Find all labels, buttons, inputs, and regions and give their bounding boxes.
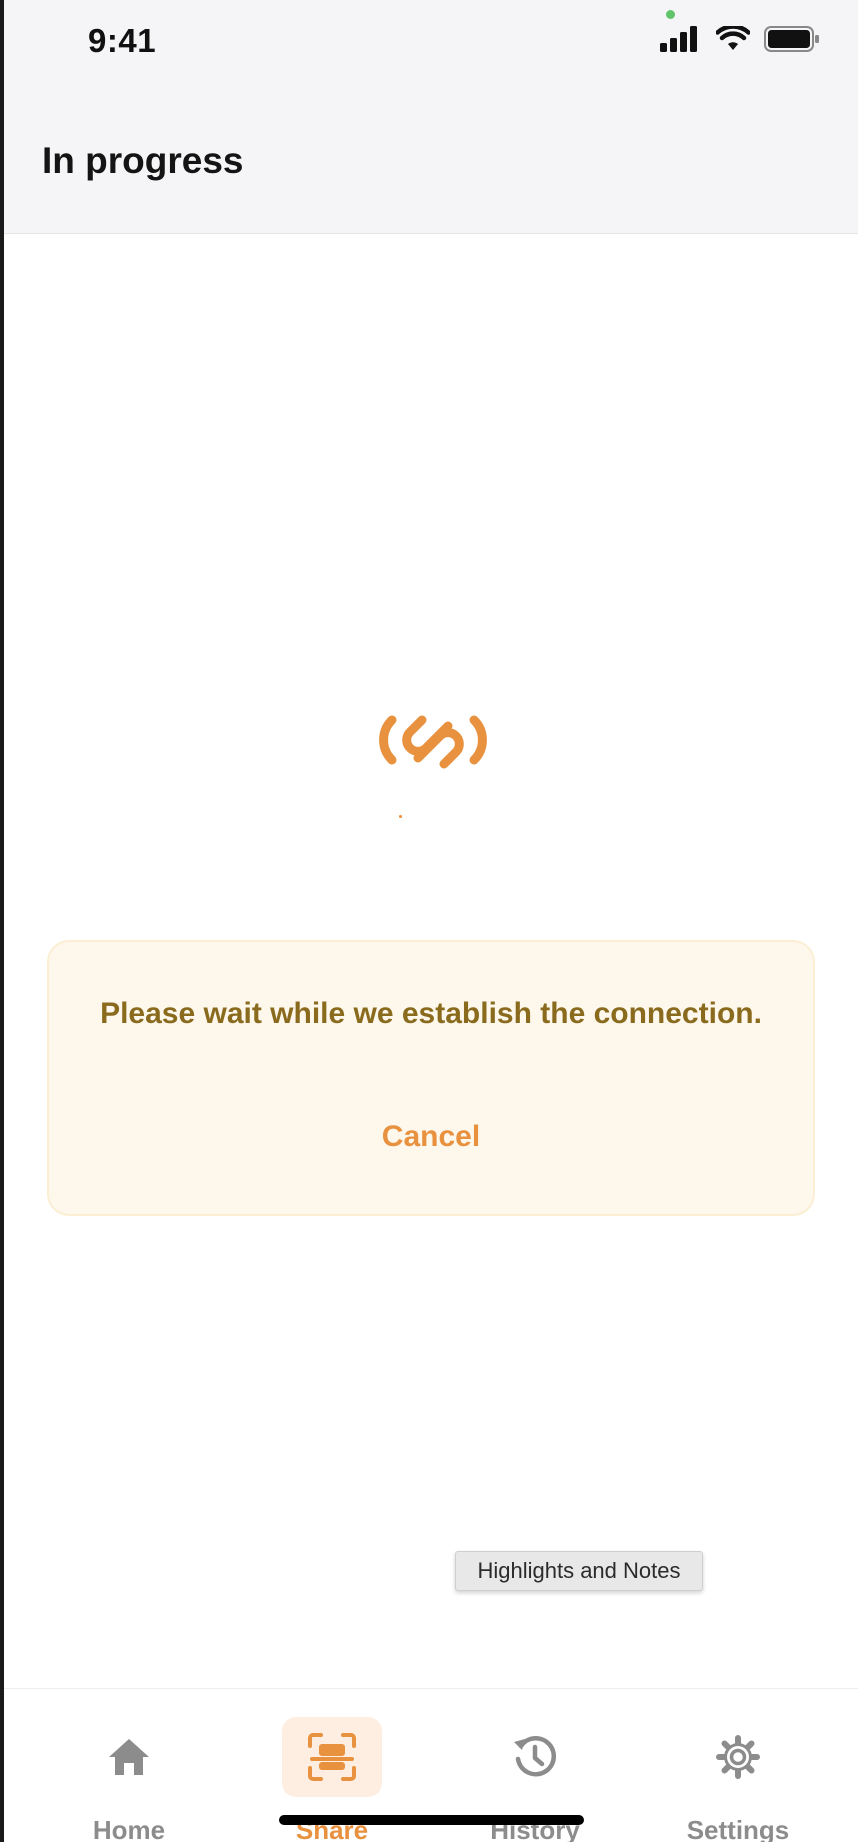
scan-share-icon	[282, 1717, 382, 1797]
gear-icon	[688, 1717, 788, 1797]
top-area: 9:41 In progress	[4, 0, 858, 234]
battery-icon	[764, 26, 819, 52]
connection-notice: Please wait while we establish the conne…	[47, 940, 815, 1216]
signal-icon	[660, 26, 697, 52]
history-icon	[485, 1717, 585, 1797]
loading-dot	[399, 815, 402, 818]
connection-logo-icon	[379, 715, 487, 769]
tab-home[interactable]: Home	[29, 1689, 229, 1842]
home-icon	[79, 1717, 179, 1797]
tab-home-label: Home	[92, 1815, 166, 1842]
wifi-icon	[716, 26, 750, 50]
tooltip: Highlights and Notes	[455, 1551, 703, 1591]
status-time: 9:41	[88, 22, 157, 59]
notice-message: Please wait while we establish the conne…	[100, 997, 762, 1030]
privacy-indicator	[666, 10, 675, 19]
cancel-button[interactable]: Cancel	[49, 1120, 813, 1154]
tab-settings[interactable]: Settings	[638, 1689, 838, 1842]
page-title: In progress	[42, 140, 244, 181]
tab-settings-label: Settings	[686, 1815, 790, 1842]
app-screen: 9:41 In progress Please wait while we es…	[4, 0, 858, 1842]
home-indicator[interactable]	[279, 1815, 584, 1825]
